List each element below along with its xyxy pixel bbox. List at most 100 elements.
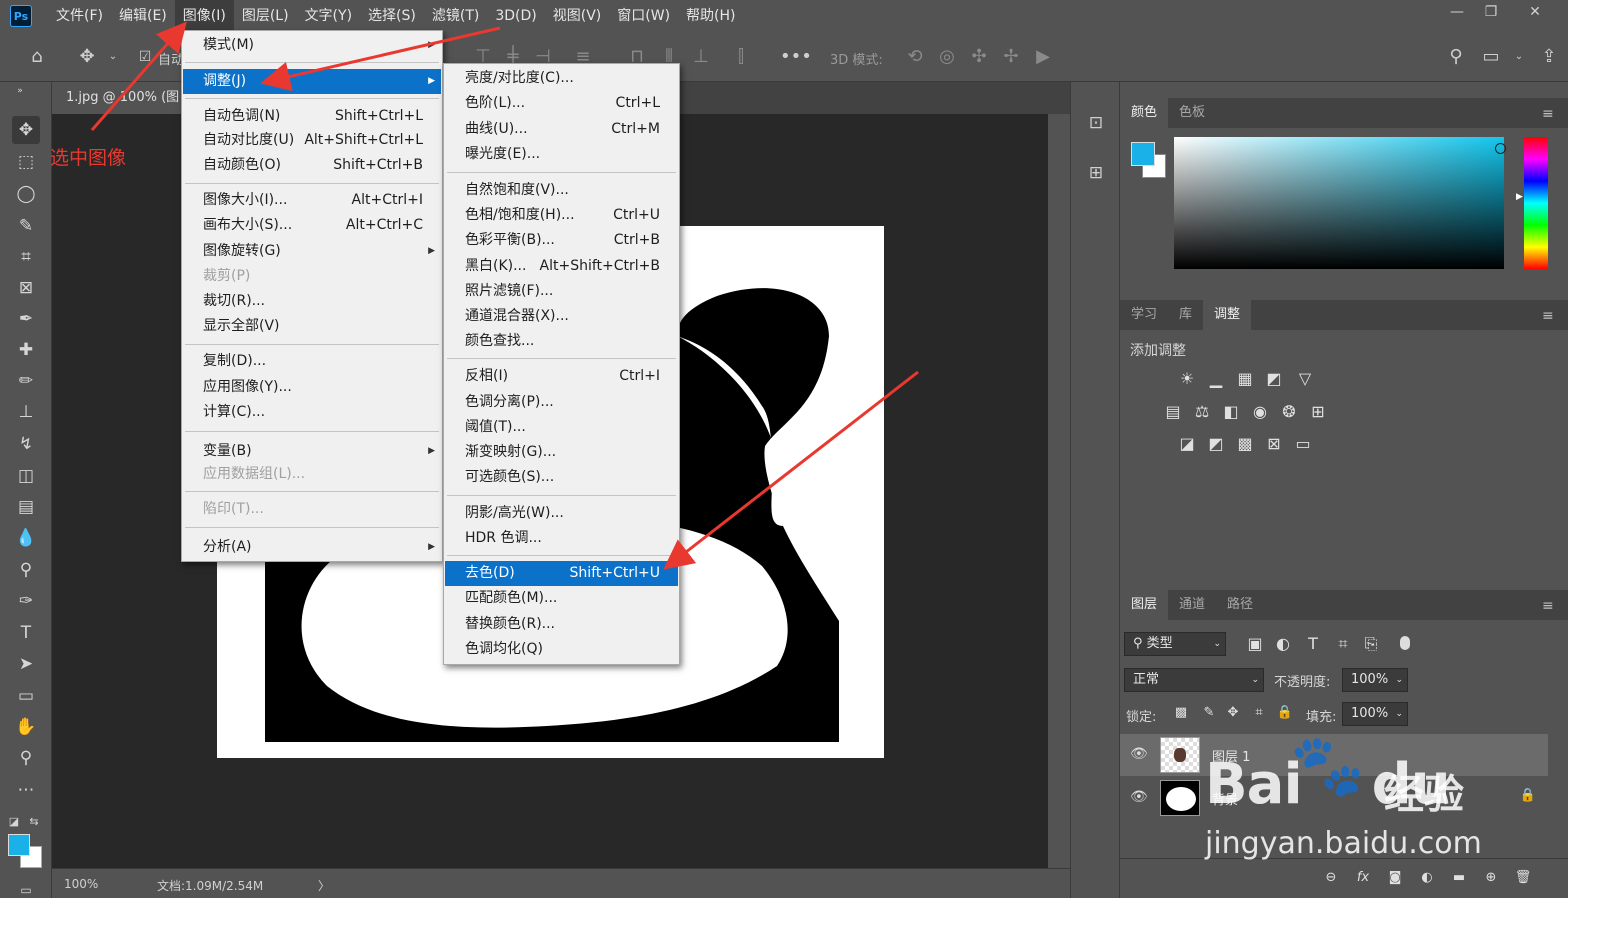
menu-0[interactable]: 文件(F): [48, 0, 111, 32]
image-menu-item-6[interactable]: 画布大小(S)... Alt+Ctrl+C: [183, 213, 441, 238]
status-menu-icon[interactable]: 〉: [318, 877, 330, 894]
marquee-tool[interactable]: ⬚: [12, 148, 40, 176]
history-panel-icon[interactable]: ⊡: [1083, 110, 1109, 136]
vibrance-icon[interactable]: ▽: [1294, 368, 1316, 390]
type-tool[interactable]: T: [12, 619, 40, 647]
channel-mixer-icon[interactable]: ❂: [1278, 401, 1300, 423]
lock-icon[interactable]: 🔒: [1520, 788, 1536, 803]
image-menu-item-10[interactable]: 显示全部(V): [183, 314, 441, 339]
adjust-menu-item-19[interactable]: 匹配颜色(M)...: [445, 586, 678, 611]
adjust-menu-item-17[interactable]: HDR 色调...: [445, 526, 678, 551]
screen-mode-icon[interactable]: ▭: [12, 876, 40, 898]
default-colors-icon[interactable]: ◪: [6, 808, 22, 836]
adjust-menu-item-8[interactable]: 照片滤镜(F)...: [445, 279, 678, 304]
rectangle-tool[interactable]: ▭: [12, 682, 40, 710]
lasso-tool[interactable]: ◯: [12, 180, 40, 208]
layers-tab-0[interactable]: 图层: [1120, 590, 1169, 620]
image-menu-item-2[interactable]: 自动色调(N) Shift+Ctrl+L: [183, 104, 441, 129]
checkbox-icon[interactable]: ☑: [132, 44, 158, 70]
adjust-menu-item-13[interactable]: 阈值(T)...: [445, 415, 678, 440]
lock-pixels-icon[interactable]: ✎: [1198, 702, 1220, 724]
menu-7[interactable]: 3D(D): [487, 0, 544, 32]
adjust-panel-menu-icon[interactable]: ≡: [1542, 309, 1558, 323]
dodge-tool[interactable]: ⚲: [12, 556, 40, 584]
3d-camera-icon[interactable]: ▶: [1030, 44, 1056, 70]
3d-roll-icon[interactable]: ◎: [934, 44, 960, 70]
adjust-menu-item-0[interactable]: 亮度/对比度(C)...: [445, 66, 678, 91]
brightness-icon[interactable]: ☀: [1176, 368, 1198, 390]
hue-saturation-icon[interactable]: ▤: [1162, 401, 1184, 423]
image-menu-item-11[interactable]: 复制(D)...: [183, 349, 441, 374]
move-tool[interactable]: ✥: [12, 116, 40, 144]
adjust-menu-item-1[interactable]: 色阶(L)... Ctrl+L: [445, 91, 678, 116]
image-menu-item-3[interactable]: 自动对比度(U) Alt+Shift+Ctrl+L: [183, 128, 441, 153]
blend-mode-select[interactable]: 正常 ⌄: [1124, 668, 1264, 692]
menu-10[interactable]: 帮助(H): [678, 0, 743, 32]
menu-5[interactable]: 选择(S): [360, 0, 424, 32]
hue-slider[interactable]: [1524, 137, 1548, 269]
workspace-chevron-icon[interactable]: ⌄: [1506, 44, 1532, 70]
color-panel-foreground-swatch[interactable]: [1131, 142, 1155, 166]
gradient-tool[interactable]: ▤: [12, 493, 40, 521]
adjust-menu-item-15[interactable]: 可选颜色(S)...: [445, 465, 678, 490]
layers-tab-2[interactable]: 路径: [1216, 590, 1264, 620]
adjust-tab-1[interactable]: 库: [1168, 300, 1203, 330]
color-tab-1[interactable]: 色板: [1168, 98, 1216, 128]
shape-filter-icon[interactable]: ⌗: [1332, 633, 1354, 655]
close-button[interactable]: ✕: [1514, 0, 1556, 24]
hand-tool[interactable]: ✋: [12, 713, 40, 741]
adjust-menu-item-21[interactable]: 色调均化(Q): [445, 637, 678, 662]
image-menu-item-0[interactable]: 模式(M) ▶: [183, 33, 441, 58]
color-picker-cursor[interactable]: [1495, 143, 1506, 154]
pen-tool[interactable]: ✑: [12, 587, 40, 615]
adjust-menu-item-16[interactable]: 阴影/高光(W)...: [445, 501, 678, 526]
color-field[interactable]: [1174, 137, 1504, 269]
align-bottom-icon[interactable]: ⊥: [688, 44, 714, 70]
image-menu-item-17[interactable]: 分析(A) ▶: [183, 535, 441, 560]
smart-object-filter-icon[interactable]: ⎘: [1360, 633, 1382, 655]
image-menu-item-5[interactable]: 图像大小(I)... Alt+Ctrl+I: [183, 188, 441, 213]
adjust-menu-item-18[interactable]: 去色(D) Shift+Ctrl+U: [445, 561, 678, 586]
properties-panel-icon[interactable]: ⊞: [1083, 160, 1109, 186]
3d-slide-icon[interactable]: ✢: [998, 44, 1024, 70]
adjust-menu-item-10[interactable]: 颜色查找...: [445, 329, 678, 354]
blur-tool[interactable]: 💧: [12, 524, 40, 552]
image-menu-item-9[interactable]: 裁切(R)...: [183, 289, 441, 314]
adjust-menu-item-2[interactable]: 曲线(U)... Ctrl+M: [445, 117, 678, 142]
invert-icon[interactable]: ◪: [1176, 433, 1198, 455]
menu-8[interactable]: 视图(V): [545, 0, 610, 32]
share-icon[interactable]: ⇪: [1536, 44, 1562, 70]
opacity-input[interactable]: 100% ⌄: [1342, 668, 1408, 692]
link-layers-icon[interactable]: ⊖: [1320, 867, 1342, 889]
clone-stamp-tool[interactable]: ⊥: [12, 398, 40, 426]
black-white-icon[interactable]: ◧: [1220, 401, 1242, 423]
eraser-tool[interactable]: ◫: [12, 462, 40, 490]
type-filter-icon[interactable]: T: [1302, 633, 1324, 655]
menu-6[interactable]: 滤镜(T): [424, 0, 487, 32]
lock-transparent-icon[interactable]: ▩: [1170, 702, 1192, 724]
filter-toggle[interactable]: [1400, 636, 1410, 650]
new-group-icon[interactable]: ▬: [1448, 867, 1470, 889]
fill-input[interactable]: 100% ⌄: [1342, 702, 1408, 726]
collapse-tools-icon[interactable]: »: [6, 84, 34, 98]
selective-color-icon[interactable]: ⊠: [1263, 433, 1285, 455]
pixel-filter-icon[interactable]: ▣: [1244, 633, 1266, 655]
adjust-menu-item-9[interactable]: 通道混合器(X)...: [445, 304, 678, 329]
lock-all-icon[interactable]: 🔒: [1274, 702, 1296, 724]
layer-style-icon[interactable]: fx: [1352, 867, 1374, 889]
adjust-menu-item-7[interactable]: 黑白(K)... Alt+Shift+Ctrl+B: [445, 254, 678, 279]
adjust-menu-item-3[interactable]: 曝光度(E)...: [445, 142, 678, 167]
layers-tab-1[interactable]: 通道: [1168, 590, 1216, 620]
zoom-level[interactable]: 100%: [64, 877, 98, 891]
layers-panel-menu-icon[interactable]: ≡: [1542, 599, 1558, 613]
menu-3[interactable]: 图层(L): [234, 0, 297, 32]
color-lookup-icon[interactable]: ⊞: [1307, 401, 1329, 423]
history-brush-tool[interactable]: ↯: [12, 430, 40, 458]
image-menu-item-14[interactable]: 变量(B) ▶: [183, 439, 441, 464]
search-icon[interactable]: ⚲: [1443, 44, 1469, 70]
image-menu-item-1[interactable]: 调整(J) ▶: [183, 69, 441, 94]
home-icon[interactable]: ⌂: [24, 44, 50, 70]
lock-artboard-icon[interactable]: ⌗: [1248, 702, 1270, 724]
delete-layer-icon[interactable]: 🗑: [1512, 867, 1534, 889]
menu-4[interactable]: 文字(Y): [297, 0, 360, 32]
